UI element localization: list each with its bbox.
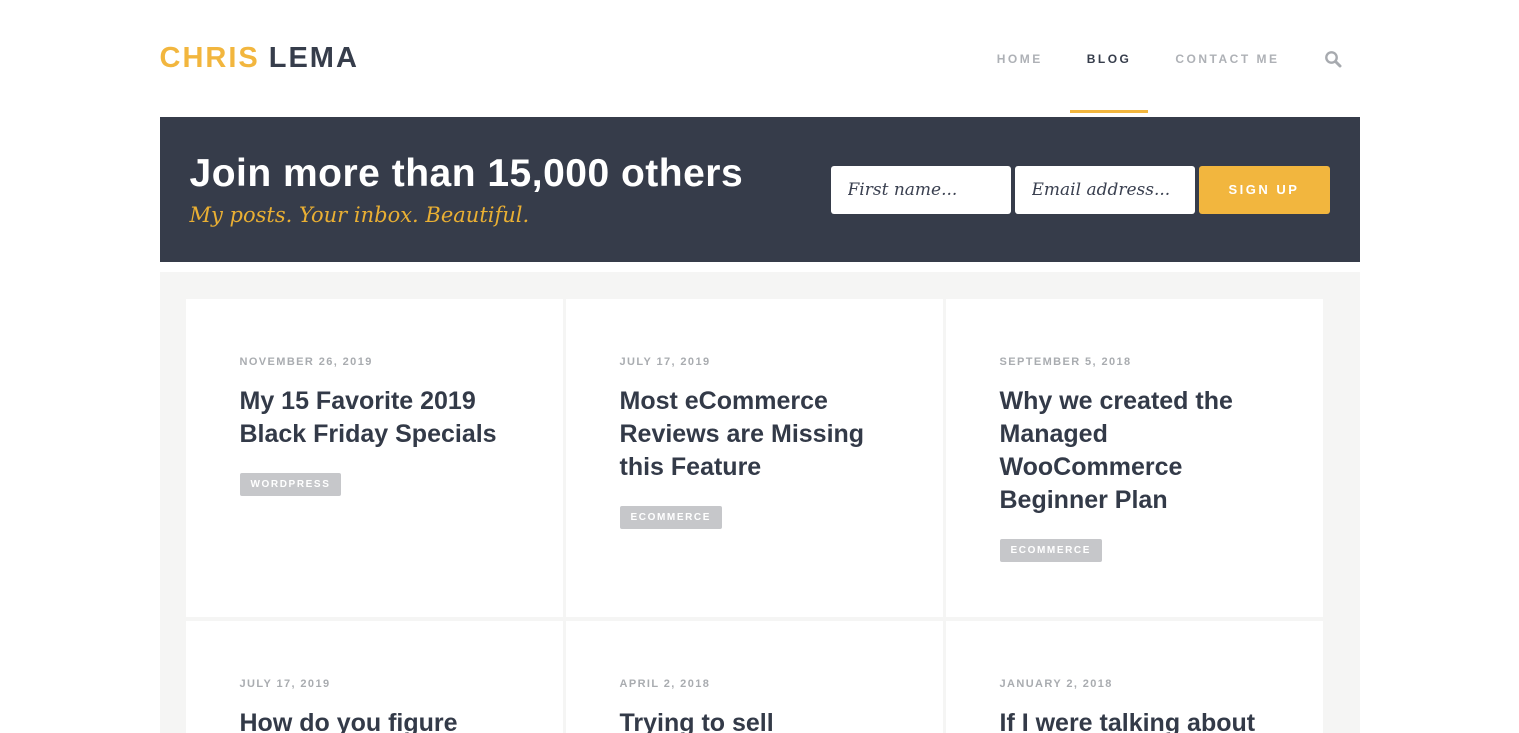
search-icon — [1324, 50, 1342, 68]
post-title-link[interactable]: My 15 Favorite 2019 Black Friday Special… — [240, 385, 513, 451]
search-button[interactable] — [1324, 50, 1342, 68]
post-card[interactable]: JULY 17, 2019 Most eCommerce Reviews are… — [566, 299, 943, 617]
email-input[interactable] — [1015, 166, 1195, 214]
post-date: JULY 17, 2019 — [240, 678, 513, 690]
post-date: JANUARY 2, 2018 — [1000, 678, 1273, 690]
post-date: NOVEMBER 26, 2019 — [240, 356, 513, 368]
post-title-link[interactable]: Why we created the Managed WooCommerce B… — [1000, 385, 1273, 517]
post-title-link[interactable]: Trying to sell — [620, 707, 893, 733]
logo-text-chris: CHRIS — [160, 42, 260, 75]
post-title-link[interactable]: How do you figure — [240, 707, 513, 733]
post-tag-row: ECOMMERCE — [620, 506, 893, 529]
blog-post-area: NOVEMBER 26, 2019 My 15 Favorite 2019 Bl… — [160, 272, 1360, 733]
post-card[interactable]: NOVEMBER 26, 2019 My 15 Favorite 2019 Bl… — [186, 299, 563, 617]
post-card[interactable]: APRIL 2, 2018 Trying to sell — [566, 621, 943, 733]
signup-form: SIGN UP — [831, 166, 1330, 214]
post-card[interactable]: JANUARY 2, 2018 If I were talking about — [946, 621, 1323, 733]
nav-item-home[interactable]: HOME — [997, 0, 1043, 117]
post-category-tag[interactable]: WORDPRESS — [240, 473, 342, 496]
post-tag-row: WORDPRESS — [240, 473, 513, 496]
post-title-link[interactable]: Most eCommerce Reviews are Missing this … — [620, 385, 893, 484]
logo-text-lema: LEMA — [269, 42, 359, 75]
nav-item-blog[interactable]: BLOG — [1087, 0, 1132, 117]
post-title-link[interactable]: If I were talking about — [1000, 707, 1273, 733]
hero-text-block: Join more than 15,000 others My posts. Y… — [190, 152, 744, 227]
post-grid: NOVEMBER 26, 2019 My 15 Favorite 2019 Bl… — [186, 299, 1323, 733]
post-card[interactable]: SEPTEMBER 5, 2018 Why we created the Man… — [946, 299, 1323, 617]
post-category-tag[interactable]: ECOMMERCE — [1000, 539, 1103, 562]
newsletter-hero: Join more than 15,000 others My posts. Y… — [160, 117, 1360, 262]
post-date: JULY 17, 2019 — [620, 356, 893, 368]
post-category-tag[interactable]: ECOMMERCE — [620, 506, 723, 529]
hero-title: Join more than 15,000 others — [190, 152, 744, 196]
nav-item-contact-me[interactable]: CONTACT ME — [1175, 0, 1279, 117]
post-card[interactable]: JULY 17, 2019 How do you figure — [186, 621, 563, 733]
hero-subtitle: My posts. Your inbox. Beautiful. — [190, 203, 744, 227]
post-tag-row: ECOMMERCE — [1000, 539, 1273, 562]
main-nav: HOME BLOG CONTACT ME — [953, 0, 1360, 117]
first-name-input[interactable] — [831, 166, 1011, 214]
post-date: SEPTEMBER 5, 2018 — [1000, 356, 1273, 368]
site-header: CHRIS LEMA HOME BLOG CONTACT ME — [0, 0, 1519, 117]
sign-up-button[interactable]: SIGN UP — [1199, 166, 1330, 214]
post-date: APRIL 2, 2018 — [620, 678, 893, 690]
site-logo[interactable]: CHRIS LEMA — [160, 42, 359, 75]
